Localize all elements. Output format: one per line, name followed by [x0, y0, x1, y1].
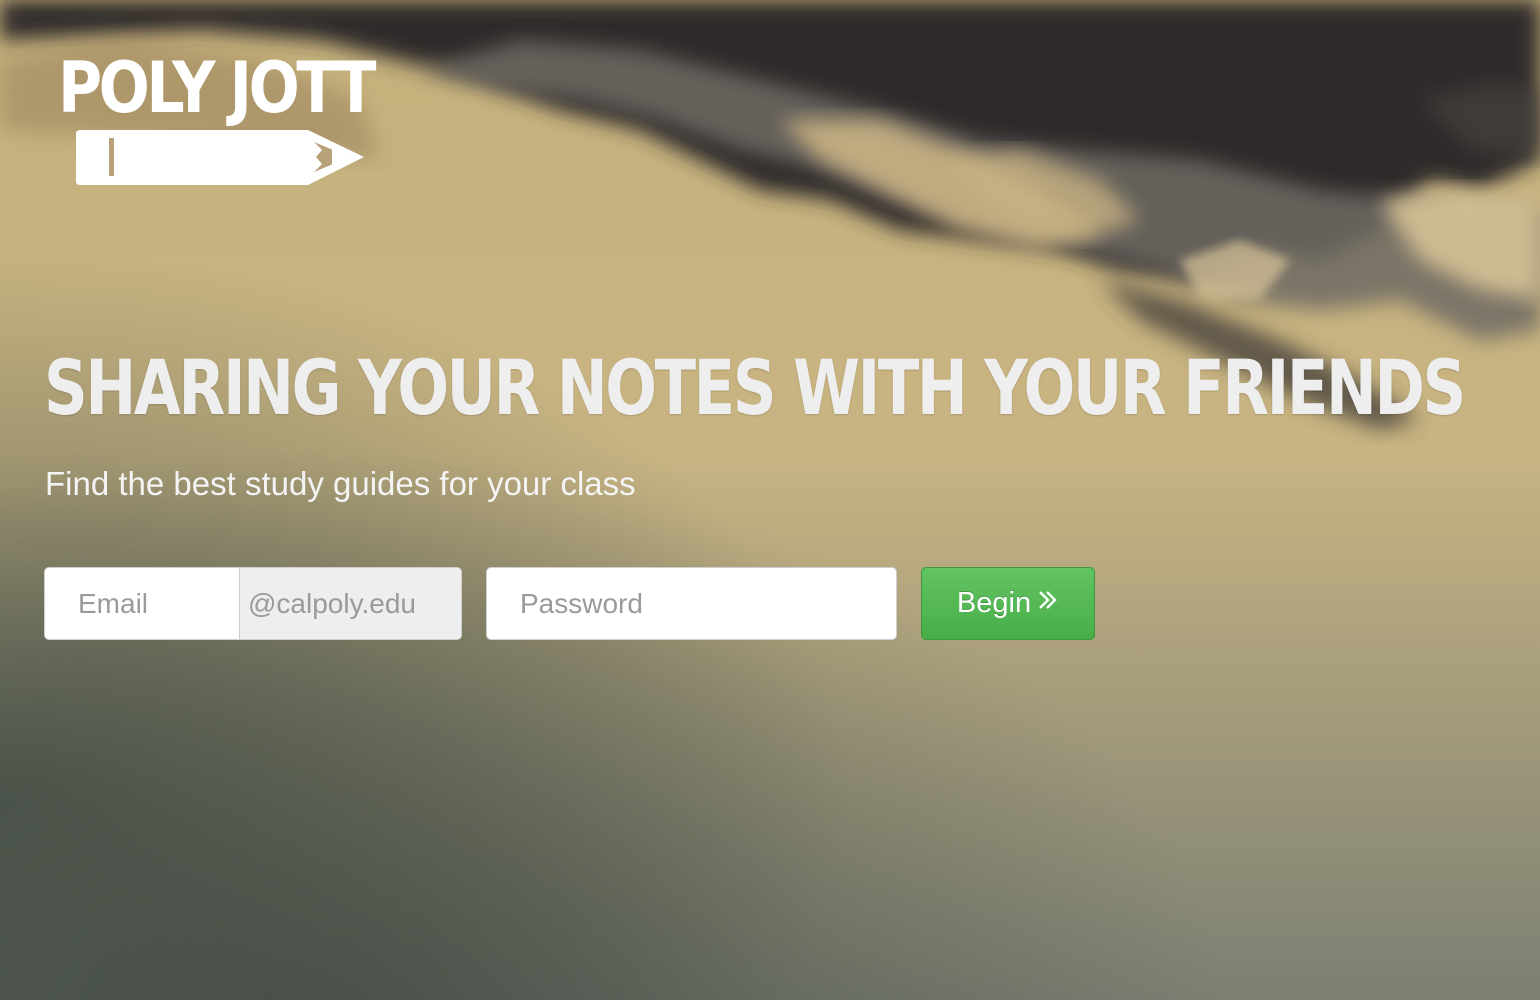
password-input[interactable]: [486, 567, 897, 640]
brand-name: POLY JOTT: [58, 47, 376, 129]
begin-button-label: Begin: [956, 587, 1032, 619]
brand-logo[interactable]: POLY JOTT: [58, 48, 388, 193]
email-domain-addon: @calpoly.edu: [239, 568, 461, 639]
double-chevron-right-icon: [1037, 567, 1059, 638]
begin-button[interactable]: Begin: [921, 567, 1095, 640]
pencil-icon: [76, 130, 364, 185]
hero-headline: SHARING YOUR NOTES WITH YOUR FRIENDS: [44, 343, 1466, 432]
email-input[interactable]: [45, 568, 239, 639]
hero-subheadline: Find the best study guides for your clas…: [45, 465, 636, 502]
email-input-group: @calpoly.edu: [44, 567, 462, 640]
